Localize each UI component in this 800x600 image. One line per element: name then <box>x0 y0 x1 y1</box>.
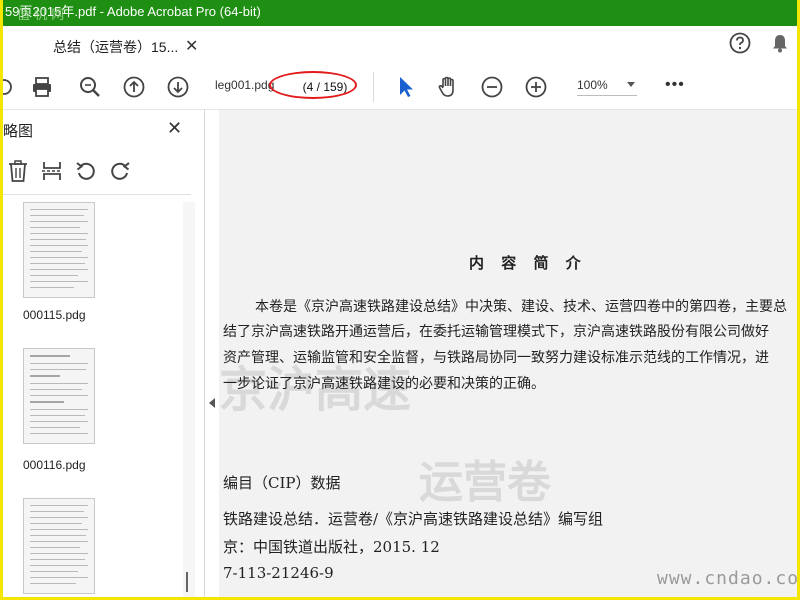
back-button[interactable] <box>3 74 21 100</box>
zoom-level-dropdown[interactable]: 100% <box>577 78 637 96</box>
rotate-ccw-icon <box>76 162 95 180</box>
document-page: 京沪高速 运营卷 内 容 简 介 本卷是《京沪高速铁路建设总结》中决策、建设、技… <box>219 110 797 597</box>
panel-close-button[interactable]: ✕ <box>167 118 182 139</box>
print-button[interactable] <box>29 74 55 100</box>
magnifier-icon <box>80 77 100 97</box>
rotate-right-button[interactable] <box>107 158 133 184</box>
select-tool-button[interactable] <box>393 74 419 100</box>
main-toolbar: leg001.pdg (4 / 159) 100% ••• <box>3 64 797 110</box>
page-thumbnail[interactable] <box>23 348 95 444</box>
red-annotation-ellipse <box>269 71 357 99</box>
arrow-up-circle-icon <box>123 76 145 98</box>
thumbnail-label: 000116.pdg <box>23 458 86 472</box>
minus-circle-icon <box>481 76 503 98</box>
zoom-in-button[interactable] <box>523 74 549 100</box>
more-tools-button[interactable]: ••• <box>665 76 685 94</box>
rotate-cw-icon <box>111 162 130 180</box>
cip-heading: 编目（CIP）数据 <box>223 474 341 492</box>
bleed-through-subtitle: 运营卷 <box>419 457 551 508</box>
summary-line: 本卷是《京沪高速铁路建设总结》中决策、建设、技术、运营四卷中的第四卷，主要总 <box>255 299 787 315</box>
summary-line: 一步论证了京沪高速铁路建设的必要和决策的正确。 <box>223 376 545 392</box>
tab-label: 总结（运营卷）15... <box>53 39 179 55</box>
hand-tool-button[interactable] <box>435 74 461 100</box>
tab-document[interactable]: 总结（运营卷）15... ✕ <box>19 26 201 64</box>
site-watermark-logo: 值 机 网 <box>17 8 65 23</box>
cip-line: 7-113-21246-9 <box>223 564 334 582</box>
delete-page-button[interactable] <box>5 158 31 184</box>
toolbar-divider <box>373 72 374 102</box>
back-icon <box>3 79 12 95</box>
thumbnail-label: 000115.pdg <box>23 308 86 322</box>
hand-icon <box>438 76 454 97</box>
help-button[interactable] <box>729 32 751 59</box>
page-thumbnail[interactable] <box>23 498 95 594</box>
tab-close-button[interactable]: ✕ <box>185 36 198 56</box>
split-page-icon <box>42 162 62 180</box>
zoom-level-value: 100% <box>577 78 608 92</box>
plus-circle-icon <box>525 76 547 98</box>
next-page-button[interactable] <box>165 74 191 100</box>
collapse-panel-arrow-icon[interactable] <box>209 398 215 408</box>
chevron-down-icon <box>627 82 635 87</box>
rotate-left-button[interactable] <box>73 158 99 184</box>
summary-line: 结了京沪高速铁路开通运营后，在委托运输管理模式下，京沪高速铁路股份有限公司做好 <box>223 324 769 340</box>
cursor-arrow-icon <box>400 77 413 97</box>
cip-line: 铁路建设总结．运营卷/《京沪高速铁路建设总结》编写组 <box>223 510 604 528</box>
page-thumbnail[interactable] <box>23 202 95 298</box>
trash-icon <box>9 160 27 182</box>
acrobat-window: 59页2015年.pdf - Adobe Acrobat Pro (64-bit… <box>3 0 797 597</box>
tab-bar: 总结（运营卷）15... ✕ <box>3 26 797 64</box>
title-bar: 59页2015年.pdf - Adobe Acrobat Pro (64-bit… <box>3 0 797 26</box>
document-view[interactable]: 京沪高速 运营卷 内 容 简 介 本卷是《京沪高速铁路建设总结》中决策、建设、技… <box>219 110 797 597</box>
printer-icon <box>33 77 51 97</box>
previous-page-button[interactable] <box>121 74 147 100</box>
bell-icon <box>773 35 787 53</box>
thumbnail-panel: 略图 ✕ 000115.pdg 000116.pdg <box>3 110 205 597</box>
section-heading: 内 容 简 介 <box>469 254 587 272</box>
scrollbar-thumb[interactable] <box>186 572 188 592</box>
current-file-name: leg001.pdg <box>215 78 275 92</box>
zoom-search-button[interactable] <box>77 74 103 100</box>
zoom-out-button[interactable] <box>479 74 505 100</box>
summary-line: 资产管理、运输监管和安全监督，与铁路局协同一致努力建设标准示范线的工作情况，进 <box>223 350 769 366</box>
thumbnail-scrollbar[interactable] <box>183 202 195 597</box>
split-page-button[interactable] <box>39 158 65 184</box>
cip-line: 京：中国铁道出版社，2015. 12 <box>223 538 440 556</box>
arrow-down-circle-icon <box>167 76 189 98</box>
site-watermark: www.cndao.com <box>657 568 797 589</box>
help-icon <box>729 32 751 54</box>
panel-title: 略图 <box>3 123 34 140</box>
thumbnail-list: 000115.pdg 000116.pdg <box>3 202 181 597</box>
notifications-button[interactable] <box>769 32 791 59</box>
panel-divider <box>3 194 191 195</box>
